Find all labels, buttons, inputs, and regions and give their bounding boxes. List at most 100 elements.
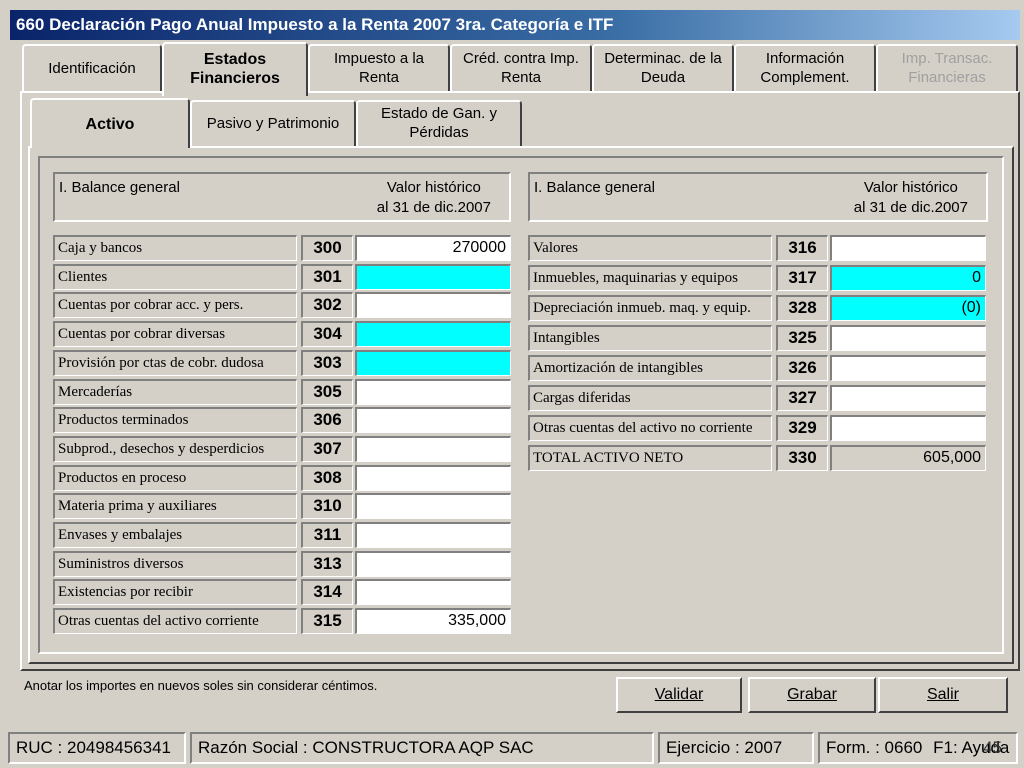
row-code: 304 xyxy=(301,321,353,348)
status-ejercicio: Ejercicio : 2007 xyxy=(658,732,814,764)
amount-input-302[interactable] xyxy=(355,292,511,319)
row-code: 306 xyxy=(301,407,353,434)
amount-input-306[interactable] xyxy=(355,407,511,434)
left-row-306: Productos terminados 306 xyxy=(53,407,513,434)
right-header-value-line2: al 31 de dic.2007 xyxy=(853,199,968,216)
amount-input-326[interactable] xyxy=(830,355,986,381)
row-label: Existencias por recibir xyxy=(53,579,297,606)
right-row-326: Amortización de intangibles 326 xyxy=(528,355,988,381)
row-code: 303 xyxy=(301,349,353,376)
left-row-301: Clientes 301 xyxy=(53,263,513,290)
row-code: 301 xyxy=(301,263,353,290)
right-row-327: Cargas diferidas 327 xyxy=(528,385,988,411)
row-code: 327 xyxy=(776,385,828,411)
window-title: 660 Declaración Pago Anual Impuesto a la… xyxy=(10,10,1020,40)
tab-imp-transac-financieras: Imp. Transac. Financieras xyxy=(876,44,1018,92)
amount-input-314[interactable] xyxy=(355,579,511,606)
subtab-estado-ganancias-line2: Pérdidas xyxy=(409,124,469,141)
tab-identificacion[interactable]: Identificación xyxy=(22,44,162,92)
amount-input-315[interactable]: 335,000 xyxy=(355,608,511,635)
row-code: 315 xyxy=(301,608,353,635)
amount-input-300[interactable]: 270000 xyxy=(355,235,511,261)
row-label: Productos terminados xyxy=(53,407,297,434)
tab-impuesto-renta-line1: Impuesto a la xyxy=(333,50,425,67)
amount-input-316[interactable] xyxy=(830,235,986,261)
left-header-value: Valor histórico al 31 de dic.2007 xyxy=(377,178,491,218)
right-header-label: I. Balance general xyxy=(534,179,655,196)
left-row-308: Productos en proceso 308 xyxy=(53,464,513,491)
left-header-label: I. Balance general xyxy=(59,179,180,196)
tab-estados-financieros-line2: Financieros xyxy=(190,70,280,87)
subtab-activo-label: Activo xyxy=(85,116,135,133)
amount-input-311[interactable] xyxy=(355,522,511,548)
row-code: 325 xyxy=(776,325,828,351)
amount-input-310[interactable] xyxy=(355,493,511,520)
tab-cred-contra-imp-line1: Créd. contra Imp. xyxy=(463,50,579,67)
row-code: 305 xyxy=(301,378,353,405)
amount-input-328[interactable]: (0) xyxy=(830,295,986,321)
left-row-300: Caja y bancos 300 270000 xyxy=(53,235,513,261)
tab-determinac-deuda[interactable]: Determinac. de la Deuda xyxy=(592,44,734,92)
row-code: 311 xyxy=(301,522,353,548)
tab-imp-transac-financieras-line2: Financieras xyxy=(908,69,986,86)
left-row-307: Subprod., desechos y desperdicios 307 xyxy=(53,435,513,462)
hint-text: Anotar los importes en nuevos soles sin … xyxy=(24,678,378,693)
validar-button[interactable]: Validar xyxy=(616,677,742,713)
tab-informacion-complement-line2: Complement. xyxy=(760,69,850,86)
tab-estados-financieros[interactable]: Estados Financieros xyxy=(162,42,308,96)
row-code: 328 xyxy=(776,295,828,321)
amount-input-317[interactable]: 0 xyxy=(830,265,986,291)
row-label: Suministros diversos xyxy=(53,550,297,577)
amount-input-329[interactable] xyxy=(830,415,986,441)
row-label: Subprod., desechos y desperdicios xyxy=(53,435,297,462)
amount-input-307[interactable] xyxy=(355,435,511,462)
right-row-325: Intangibles 325 xyxy=(528,325,988,351)
tab-impuesto-renta[interactable]: Impuesto a la Renta xyxy=(308,44,450,92)
row-code: 317 xyxy=(776,265,828,291)
row-label: Cargas diferidas xyxy=(528,385,772,411)
row-label: Envases y embalajes xyxy=(53,522,297,548)
left-row-304: Cuentas por cobrar diversas 304 xyxy=(53,321,513,348)
row-label: Amortización de intangibles xyxy=(528,355,772,381)
row-code: 330 xyxy=(776,445,828,471)
status-razon-social: Razón Social : CONSTRUCTORA AQP SAC xyxy=(190,732,654,764)
row-code: 316 xyxy=(776,235,828,261)
row-label: Mercaderías xyxy=(53,378,297,405)
amount-input-308[interactable] xyxy=(355,464,511,491)
amount-input-304[interactable] xyxy=(355,321,511,348)
tab-estados-financieros-line1: Estados xyxy=(203,51,267,68)
amount-input-305[interactable] xyxy=(355,378,511,405)
salir-button[interactable]: Salir xyxy=(878,677,1008,713)
row-label: Depreciación inmueb. maq. y equip. xyxy=(528,295,772,321)
amount-input-327[interactable] xyxy=(830,385,986,411)
subtab-pasivo-patrimonio[interactable]: Pasivo y Patrimonio xyxy=(190,100,356,146)
row-label: Cuentas por cobrar acc. y pers. xyxy=(53,292,297,319)
tab-imp-transac-financieras-line1: Imp. Transac. xyxy=(901,50,993,67)
row-code: 300 xyxy=(301,235,353,261)
tab-cred-contra-imp[interactable]: Créd. contra Imp. Renta xyxy=(450,44,592,92)
right-group-header: I. Balance general Valor histórico al 31… xyxy=(528,172,988,222)
right-row-316: Valores 316 xyxy=(528,235,988,261)
subtab-estado-ganancias-line1: Estado de Gan. y xyxy=(381,105,497,122)
tab-cred-contra-imp-line2: Renta xyxy=(500,69,542,86)
row-code: 310 xyxy=(301,493,353,520)
row-code: 302 xyxy=(301,292,353,319)
amount-input-325[interactable] xyxy=(830,325,986,351)
page-number: 45 xyxy=(983,738,1002,757)
left-row-311: Envases y embalajes 311 xyxy=(53,522,513,548)
amount-input-313[interactable] xyxy=(355,550,511,577)
row-label: Inmuebles, maquinarias y equipos xyxy=(528,265,772,291)
grabar-button[interactable]: Grabar xyxy=(748,677,876,713)
amount-input-301[interactable] xyxy=(355,263,511,290)
tab-determinac-deuda-line1: Determinac. de la xyxy=(604,50,722,67)
amount-input-303[interactable] xyxy=(355,349,511,376)
subtab-activo[interactable]: Activo xyxy=(30,98,190,148)
right-header-value-line1: Valor histórico xyxy=(863,179,958,196)
tab-informacion-complement[interactable]: Información Complement. xyxy=(734,44,876,92)
row-label: Otras cuentas del activo no corriente xyxy=(528,415,772,441)
row-label: Cuentas por cobrar diversas xyxy=(53,321,297,348)
right-header-value: Valor histórico al 31 de dic.2007 xyxy=(854,178,968,218)
subtab-estado-ganancias[interactable]: Estado de Gan. y Pérdidas xyxy=(356,100,522,146)
row-label: Intangibles xyxy=(528,325,772,351)
tab-informacion-complement-line1: Información xyxy=(765,50,845,67)
